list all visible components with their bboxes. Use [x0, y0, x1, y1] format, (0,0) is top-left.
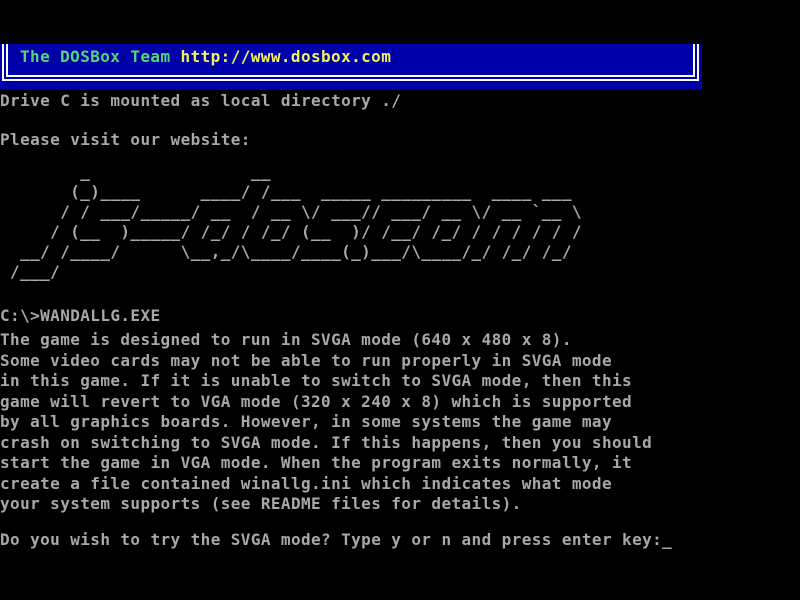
ascii-logo-line: /___/: [0, 262, 582, 282]
terminal-screen[interactable]: The DOSBox Team http://www.dosbox.com Dr…: [0, 0, 800, 600]
ascii-logo-line: __/ /____/ \__,_/\____/____(_)___/\____/…: [0, 242, 582, 262]
dosbox-banner: The DOSBox Team http://www.dosbox.com: [0, 44, 702, 90]
ascii-logo-line: _ __: [0, 162, 582, 182]
game-info-line: crash on switching to SVGA mode. If this…: [0, 433, 652, 454]
game-info-line: start the game in VGA mode. When the pro…: [0, 453, 652, 474]
game-info-line: create a file contained winallg.ini whic…: [0, 474, 652, 495]
ascii-logo-line: / / ___/_____/ __ / __ \/ ___// ___/ __ …: [0, 202, 582, 222]
ascii-logo-line: / (__ )_____/ /_/ / /_/ (__ )/ /__/ /_/ …: [0, 222, 582, 242]
banner-title-line: The DOSBox Team http://www.dosbox.com: [20, 47, 391, 67]
mount-status-line: Drive C is mounted as local directory ./: [0, 91, 401, 111]
jsdos-ascii-logo: _ __ (_)____ ____/ /___ _____ _________ …: [0, 162, 582, 282]
command-prompt-line: C:\>WANDALLG.EXE: [0, 306, 161, 326]
banner-spacer: [171, 47, 181, 66]
dosbox-team-label: The DOSBox Team: [20, 47, 171, 66]
terminal-cursor: _: [662, 530, 672, 550]
dosbox-url-text: http://www.dosbox.com: [181, 47, 392, 66]
game-info-paragraph: The game is designed to run in SVGA mode…: [0, 330, 652, 515]
ascii-logo-line: (_)____ ____/ /___ _____ _________ ____ …: [0, 182, 582, 202]
game-info-line: Some video cards may not be able to run …: [0, 351, 652, 372]
game-info-line: in this game. If it is unable to switch …: [0, 371, 652, 392]
game-info-line: game will revert to VGA mode (320 x 240 …: [0, 392, 652, 413]
game-info-line: your system supports (see README files f…: [0, 494, 652, 515]
visit-prompt-line: Please visit our website:: [0, 130, 251, 150]
svga-question-text: Do you wish to try the SVGA mode? Type y…: [0, 530, 662, 549]
svga-question-line[interactable]: Do you wish to try the SVGA mode? Type y…: [0, 530, 672, 550]
game-info-line: by all graphics boards. However, in some…: [0, 412, 652, 433]
game-info-line: The game is designed to run in SVGA mode…: [0, 330, 652, 351]
